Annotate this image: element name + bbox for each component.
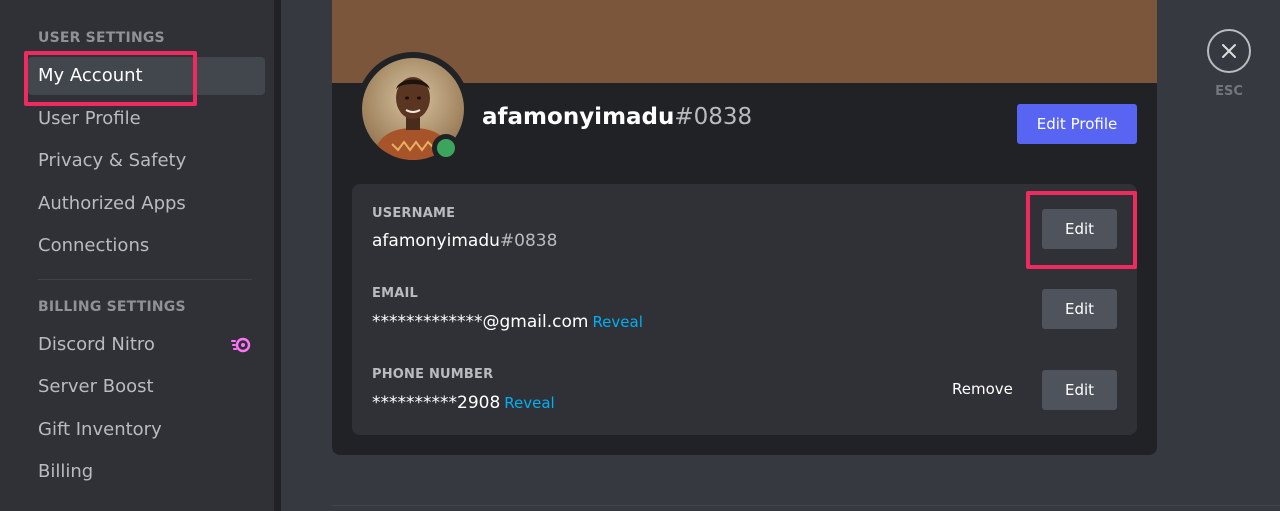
phone-label: PHONE NUMBER — [372, 367, 494, 382]
sidebar-item-privacy-safety[interactable]: Privacy & Safety — [28, 142, 265, 180]
remove-phone-button[interactable]: Remove — [952, 380, 1013, 398]
sidebar-item-connections[interactable]: Connections — [28, 227, 265, 265]
phone-text: **********2908 — [372, 393, 501, 413]
edit-username-highlight — [1026, 191, 1137, 269]
email-label: EMAIL — [372, 286, 418, 301]
user-settings-header: USER SETTINGS — [38, 30, 165, 46]
profile-username: afamonyimadu — [482, 104, 675, 130]
phone-value: **********2908 Reveal — [372, 393, 555, 413]
sidebar-item-server-boost[interactable]: Server Boost — [28, 368, 265, 406]
sidebar-item-discord-nitro[interactable]: Discord Nitro — [28, 326, 265, 364]
my-account-highlight — [24, 51, 197, 106]
sidebar-separator — [274, 0, 281, 511]
nitro-icon — [231, 337, 251, 353]
sidebar-item-label: User Profile — [38, 108, 141, 129]
sidebar-item-label: Billing — [38, 461, 94, 482]
profile-display-name: afamonyimadu#0838 — [482, 104, 752, 130]
sidebar-item-billing[interactable]: Billing — [28, 453, 265, 491]
reveal-email-link[interactable]: Reveal — [592, 313, 642, 331]
close-button[interactable] — [1207, 29, 1251, 73]
close-icon — [1222, 44, 1236, 58]
username-value: afamonyimadu#0838 — [372, 231, 557, 251]
sidebar-divider — [38, 279, 252, 280]
online-status-icon — [437, 139, 455, 157]
sidebar-item-label: Gift Inventory — [38, 419, 162, 440]
sidebar-item-authorized-apps[interactable]: Authorized Apps — [28, 185, 265, 223]
sidebar-item-label: Authorized Apps — [38, 193, 186, 214]
account-info-panel: USERNAME afamonyimadu#0838 Edit EMAIL **… — [352, 184, 1137, 435]
username-discriminator: #0838 — [499, 231, 558, 251]
account-card: afamonyimadu#0838 Edit Profile USERNAME … — [332, 0, 1157, 455]
reveal-phone-link[interactable]: Reveal — [504, 394, 554, 412]
edit-email-button[interactable]: Edit — [1042, 289, 1117, 329]
email-text: *************@gmail.com — [372, 312, 589, 332]
email-value: *************@gmail.com Reveal — [372, 312, 643, 332]
sidebar-item-gift-inventory[interactable]: Gift Inventory — [28, 411, 265, 449]
edit-phone-button[interactable]: Edit — [1042, 370, 1117, 410]
profile-discriminator: #0838 — [674, 104, 753, 130]
sidebar-item-label: Connections — [38, 235, 150, 256]
sidebar-item-label: Discord Nitro — [38, 334, 155, 355]
edit-profile-button[interactable]: Edit Profile — [1017, 104, 1137, 144]
settings-sidebar: USER SETTINGS My Account User Profile Pr… — [0, 0, 274, 511]
content-divider — [332, 505, 1280, 506]
username-text: afamonyimadu — [372, 231, 500, 251]
sidebar-item-label: Server Boost — [38, 376, 154, 397]
sidebar-item-label: Privacy & Safety — [38, 150, 187, 171]
esc-label: ESC — [1215, 84, 1243, 99]
username-label: USERNAME — [372, 206, 456, 221]
billing-settings-header: BILLING SETTINGS — [38, 299, 186, 315]
